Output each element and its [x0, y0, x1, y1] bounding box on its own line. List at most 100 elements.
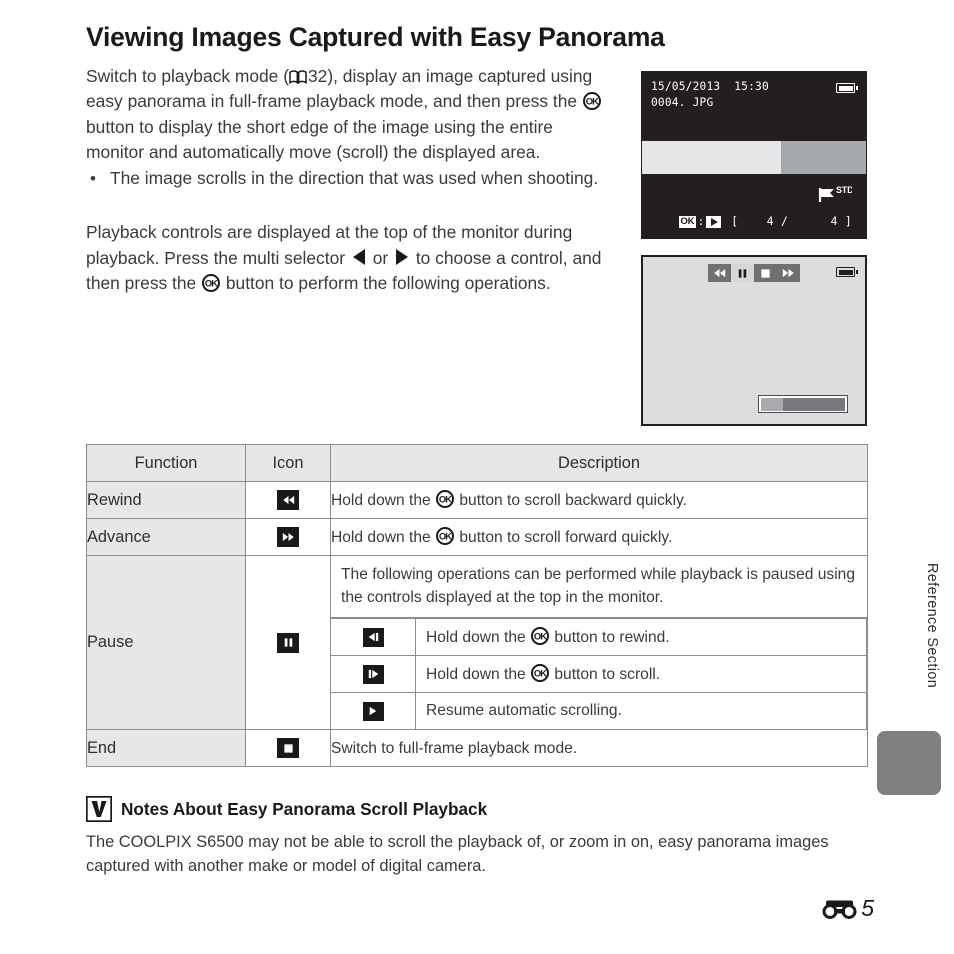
- side-section-label: Reference Section: [924, 563, 940, 689]
- ok-separator: :: [697, 215, 705, 228]
- table-row: Resume automatic scrolling.: [331, 692, 867, 729]
- ok-label: OK: [679, 215, 696, 228]
- desc-part1: Hold down the: [426, 629, 531, 646]
- stop-icon: [277, 738, 299, 758]
- fast-forward-icon: [277, 527, 299, 547]
- list-item: • The image scrolls in the direction that…: [86, 166, 610, 191]
- svg-text:STD: STD: [836, 185, 852, 195]
- triangle-right-icon: [396, 248, 409, 265]
- notes-section: Notes About Easy Panorama Scroll Playbac…: [85, 795, 876, 878]
- frame-counter: [ 4 / 4 ]: [731, 215, 852, 228]
- sub-row-description: Resume automatic scrolling.: [415, 692, 867, 729]
- desc-part1: Resume automatic scrolling.: [426, 702, 622, 719]
- page-footer: 5: [822, 895, 874, 922]
- column-header-function: Function: [86, 444, 246, 482]
- monitor-info-text: 15/05/2013 15:30 0004. JPG: [651, 79, 769, 110]
- pause-icon: [277, 632, 299, 653]
- row-function-end: End: [86, 729, 246, 767]
- manual-page: Viewing Images Captured with Easy Panora…: [0, 0, 954, 954]
- rewind-control[interactable]: [708, 264, 731, 282]
- row-description: Hold down the button to scroll backward …: [330, 481, 868, 519]
- stop-control[interactable]: [754, 264, 777, 282]
- panorama-segment-dark: [780, 141, 866, 174]
- monitor-status-bar: OK : [ 4 / 4 ]: [642, 215, 866, 228]
- battery-icon: [836, 267, 858, 277]
- table-row: Hold down the button to scroll.: [331, 655, 867, 693]
- second-text-or: or: [367, 247, 394, 268]
- page-title: Viewing Images Captured with Easy Panora…: [86, 22, 665, 52]
- pause-control[interactable]: [731, 264, 754, 282]
- section-tab-marker: [877, 731, 941, 795]
- step-forward-icon: [362, 664, 384, 684]
- sub-row-icon-cell: [331, 618, 416, 656]
- battery-icon: [836, 83, 858, 93]
- image-quality-flag-icon: STD: [818, 185, 854, 206]
- row-icon-cell: [245, 555, 331, 730]
- panorama-image-band: [642, 141, 866, 174]
- scroll-playback-monitor: [641, 255, 867, 426]
- row-function-advance: Advance: [86, 518, 246, 556]
- intro-text-part3: button to display the short edge of the …: [86, 116, 553, 162]
- notes-body: The COOLPIX S6500 may not be able to scr…: [86, 833, 829, 875]
- desc-part1: Hold down the: [331, 528, 436, 546]
- row-description: Switch to full-frame playback mode.: [330, 729, 868, 767]
- ok-button-icon: [531, 627, 550, 645]
- row-function-pause: Pause: [86, 555, 246, 730]
- sub-row-description: Hold down the button to scroll.: [415, 655, 867, 693]
- bullet-text: The image scrolls in the direction that …: [110, 168, 599, 189]
- capture-date: 15/05/2013: [651, 80, 721, 93]
- sub-row-icon-cell: [331, 655, 416, 693]
- ok-button-icon: [582, 92, 601, 111]
- triangle-left-icon: [352, 248, 365, 265]
- pause-intro-text: The following operations can be performe…: [331, 556, 867, 618]
- desc-part1: Hold down the: [426, 666, 531, 683]
- scroll-position-indicator: [758, 395, 848, 413]
- advance-control[interactable]: [777, 264, 800, 282]
- function-table: Function Icon Description Rewind Hold do…: [86, 444, 868, 767]
- reference-section-icon: [822, 899, 858, 919]
- warning-checkmark-icon: [85, 795, 113, 823]
- row-icon-cell: [245, 481, 331, 519]
- table-row: Hold down the button to rewind.: [331, 618, 867, 656]
- ok-button-icon: [436, 526, 455, 545]
- ok-button-icon: [531, 664, 550, 682]
- desc-part2: button to rewind.: [550, 629, 670, 646]
- column-header-icon: Icon: [245, 444, 331, 482]
- book-icon: [289, 66, 307, 85]
- second-text-part3: button to perform the following operatio…: [221, 273, 551, 294]
- rewind-icon: [277, 490, 299, 510]
- intro-bullet-list: • The image scrolls in the direction that…: [86, 166, 610, 191]
- play-icon: [362, 701, 384, 721]
- intro-text-part1: Switch to playback mode (: [86, 66, 289, 86]
- desc-part1: Hold down the: [331, 491, 436, 509]
- step-rewind-icon: [362, 627, 384, 647]
- capture-time: 15:30: [734, 80, 769, 93]
- table-row: Advance Hold down the button to scroll f…: [86, 518, 868, 556]
- row-icon-cell: [245, 729, 331, 767]
- body-text-column: Switch to playback mode (32), display an…: [86, 64, 610, 296]
- ok-play-hint: OK :: [679, 215, 722, 228]
- sub-row-description: Hold down the button to rewind.: [415, 618, 867, 656]
- table-row: Rewind Hold down the button to scroll ba…: [86, 481, 868, 519]
- row-function-rewind: Rewind: [86, 481, 246, 519]
- column-header-description: Description: [330, 444, 868, 482]
- table-header-row: Function Icon Description: [86, 444, 868, 482]
- sub-row-icon-cell: [331, 692, 416, 729]
- row-icon-cell: [245, 518, 331, 556]
- second-paragraph: Playback controls are displayed at the t…: [86, 220, 610, 296]
- table-row: End Switch to full-frame playback mode.: [86, 729, 868, 767]
- playback-control-bar: [708, 264, 800, 282]
- full-frame-playback-monitor: 15/05/2013 15:30 0004. JPG STD OK : [ 4 /…: [641, 71, 867, 239]
- scroll-indicator-filled: [760, 397, 784, 411]
- intro-paragraph: Switch to playback mode (32), display an…: [86, 64, 610, 165]
- capture-filename: 0004. JPG: [651, 95, 714, 109]
- desc-part2: button to scroll backward quickly.: [455, 491, 688, 509]
- scroll-indicator-track: [783, 397, 846, 411]
- page-reference-32: 32: [307, 66, 328, 86]
- row-description: The following operations can be performe…: [330, 555, 868, 730]
- ok-button-icon: [202, 274, 221, 293]
- page-number: 5: [861, 895, 874, 921]
- desc-part2: button to scroll forward quickly.: [455, 528, 673, 546]
- table-row: Pause The following operations can be pe…: [86, 555, 868, 730]
- notes-heading-row: Notes About Easy Panorama Scroll Playbac…: [85, 795, 876, 823]
